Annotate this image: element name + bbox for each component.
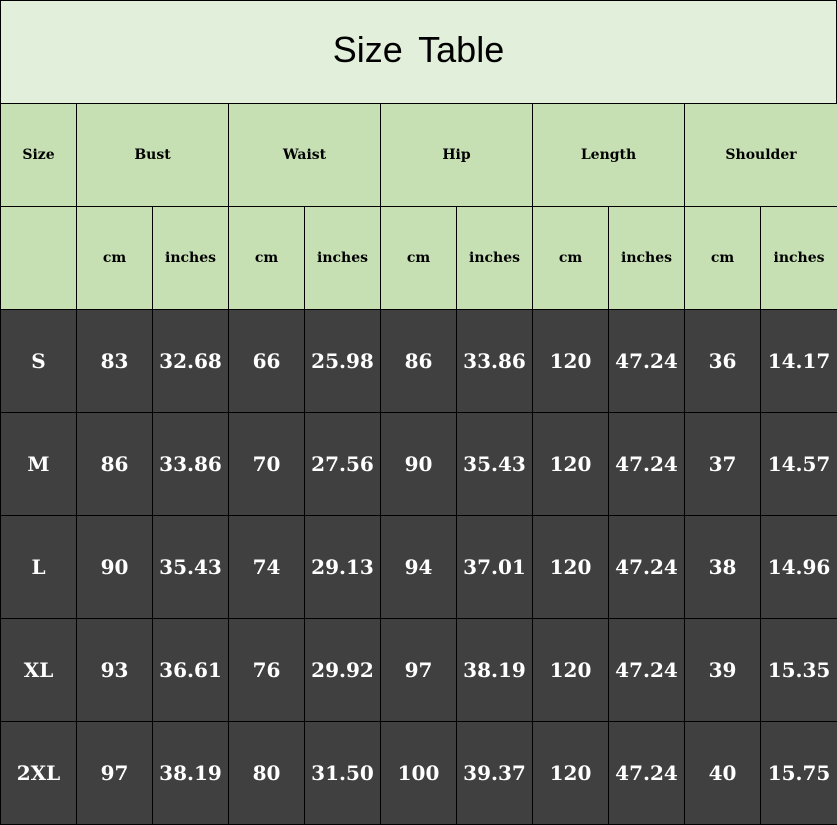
size-chart: Size Table Size Bust Waist Hip Length Sh… — [0, 0, 837, 825]
table-cell: 47.24 — [608, 515, 685, 619]
table-cell: 36 — [684, 309, 761, 413]
size-label: 2XL — [0, 721, 77, 825]
unit-cell: cm — [532, 206, 609, 310]
size-label: M — [0, 412, 77, 516]
table-cell: 120 — [532, 515, 609, 619]
header-shoulder: Shoulder — [683, 103, 837, 207]
table-cell: 33.86 — [456, 309, 533, 413]
table-cell: 93 — [76, 618, 153, 722]
header-length: Length — [532, 103, 685, 207]
table-cell: 47.24 — [608, 412, 685, 516]
table-cell: 80 — [228, 721, 305, 825]
header-hip: Hip — [380, 103, 533, 207]
table-cell: 47.24 — [608, 618, 685, 722]
table-cell: 37.01 — [456, 515, 533, 619]
unit-cell: cm — [228, 206, 305, 310]
table-cell: 37 — [684, 412, 761, 516]
unit-row: cm inches cm inches cm inches cm inches … — [0, 206, 837, 310]
table-row: S 83 32.68 66 25.98 86 33.86 120 47.24 3… — [0, 309, 837, 413]
table-cell: 14.57 — [759, 412, 837, 516]
header-row: Size Bust Waist Hip Length Shoulder — [0, 103, 837, 207]
table-cell: 40 — [684, 721, 761, 825]
table-cell: 47.24 — [608, 309, 685, 413]
table-cell: 70 — [228, 412, 305, 516]
table-cell: 90 — [380, 412, 457, 516]
unit-cell: cm — [76, 206, 153, 310]
table-cell: 90 — [76, 515, 153, 619]
table-cell: 94 — [380, 515, 457, 619]
table-cell: 97 — [76, 721, 153, 825]
table-cell: 74 — [228, 515, 305, 619]
header-waist: Waist — [228, 103, 381, 207]
table-cell: 86 — [76, 412, 153, 516]
table-cell: 120 — [532, 309, 609, 413]
table-cell: 15.75 — [759, 721, 837, 825]
header-bust: Bust — [76, 103, 229, 207]
table-cell: 76 — [228, 618, 305, 722]
table-row: M 86 33.86 70 27.56 90 35.43 120 47.24 3… — [0, 412, 837, 516]
unit-cell: inches — [456, 206, 533, 310]
table-cell: 97 — [380, 618, 457, 722]
table-cell: 33.86 — [152, 412, 229, 516]
table-cell: 29.13 — [304, 515, 381, 619]
page-title: Size Table — [332, 29, 505, 70]
table-cell: 15.35 — [759, 618, 837, 722]
table-cell: 27.56 — [304, 412, 381, 516]
table-cell: 38.19 — [456, 618, 533, 722]
size-label: L — [0, 515, 77, 619]
table-row: XL 93 36.61 76 29.92 97 38.19 120 47.24 … — [0, 618, 837, 722]
table-cell: 39.37 — [456, 721, 533, 825]
size-table: Size Bust Waist Hip Length Shoulder cm i… — [0, 103, 837, 825]
table-cell: 120 — [532, 618, 609, 722]
table-cell: 120 — [532, 412, 609, 516]
unit-cell: inches — [759, 206, 837, 310]
unit-cell-empty — [0, 206, 77, 310]
unit-cell: cm — [380, 206, 457, 310]
header-size: Size — [0, 103, 77, 207]
unit-cell: inches — [152, 206, 229, 310]
table-cell: 35.43 — [152, 515, 229, 619]
table-row: L 90 35.43 74 29.13 94 37.01 120 47.24 3… — [0, 515, 837, 619]
table-cell: 83 — [76, 309, 153, 413]
table-cell: 120 — [532, 721, 609, 825]
title-bar: Size Table — [0, 0, 837, 104]
unit-cell: inches — [304, 206, 381, 310]
table-cell: 100 — [380, 721, 457, 825]
table-cell: 86 — [380, 309, 457, 413]
table-cell: 35.43 — [456, 412, 533, 516]
table-cell: 14.96 — [759, 515, 837, 619]
table-cell: 29.92 — [304, 618, 381, 722]
table-cell: 31.50 — [304, 721, 381, 825]
size-label: XL — [0, 618, 77, 722]
table-cell: 25.98 — [304, 309, 381, 413]
table-cell: 14.17 — [759, 309, 837, 413]
table-cell: 36.61 — [152, 618, 229, 722]
table-cell: 38 — [684, 515, 761, 619]
table-cell: 38.19 — [152, 721, 229, 825]
table-cell: 66 — [228, 309, 305, 413]
table-cell: 39 — [684, 618, 761, 722]
size-label: S — [0, 309, 77, 413]
table-row: 2XL 97 38.19 80 31.50 100 39.37 120 47.2… — [0, 721, 837, 825]
unit-cell: cm — [684, 206, 761, 310]
table-cell: 32.68 — [152, 309, 229, 413]
unit-cell: inches — [608, 206, 685, 310]
table-cell: 47.24 — [608, 721, 685, 825]
